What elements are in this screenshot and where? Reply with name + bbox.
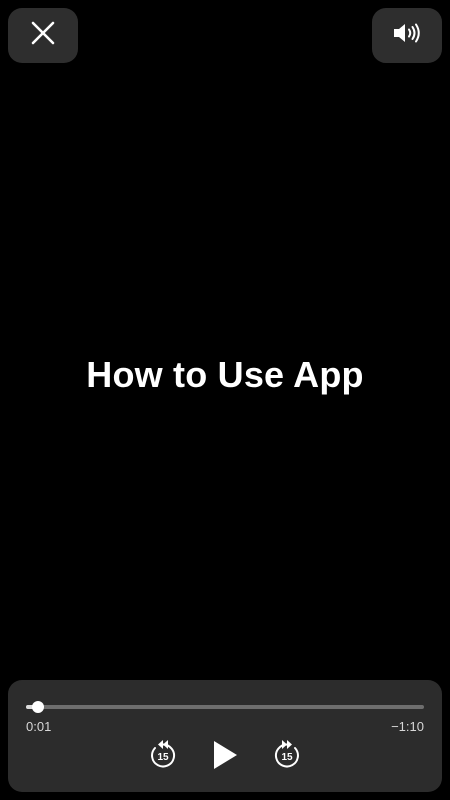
play-button[interactable] <box>208 740 242 774</box>
close-button[interactable] <box>8 8 78 63</box>
volume-button[interactable] <box>372 8 442 63</box>
playback-controls: 0:01 −1:10 15 15 <box>8 680 442 792</box>
skip-forward-seconds: 15 <box>281 752 293 763</box>
close-icon <box>29 19 57 52</box>
skip-forward-15-icon: 15 <box>272 738 302 777</box>
skip-back-15-icon: 15 <box>148 738 178 777</box>
speaker-volume-icon <box>391 20 423 51</box>
scrubber-thumb[interactable] <box>31 701 44 713</box>
remaining-time: −1:10 <box>391 719 424 734</box>
elapsed-time: 0:01 <box>26 719 52 734</box>
video-player-screen: How to Use App 0:01 −1:10 15 15 <box>0 0 450 800</box>
play-icon <box>211 739 239 776</box>
skip-back-button[interactable]: 15 <box>148 738 178 777</box>
progress-scrubber[interactable] <box>26 701 424 713</box>
skip-back-seconds: 15 <box>157 752 169 763</box>
video-title: How to Use App <box>86 354 364 395</box>
skip-forward-button[interactable]: 15 <box>272 738 302 777</box>
